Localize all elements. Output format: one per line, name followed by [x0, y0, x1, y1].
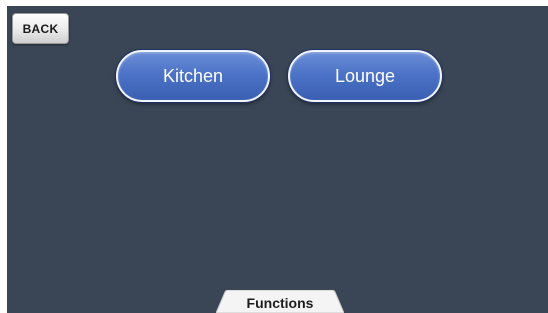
back-button[interactable]: BACK — [12, 13, 69, 44]
room-button-kitchen[interactable]: Kitchen — [116, 50, 270, 102]
tab-label: Functions — [246, 294, 314, 311]
control-panel-screen: BACK Kitchen Lounge Functions — [7, 6, 548, 313]
tab-functions[interactable]: Functions — [216, 290, 344, 313]
room-button-lounge[interactable]: Lounge — [288, 50, 442, 102]
